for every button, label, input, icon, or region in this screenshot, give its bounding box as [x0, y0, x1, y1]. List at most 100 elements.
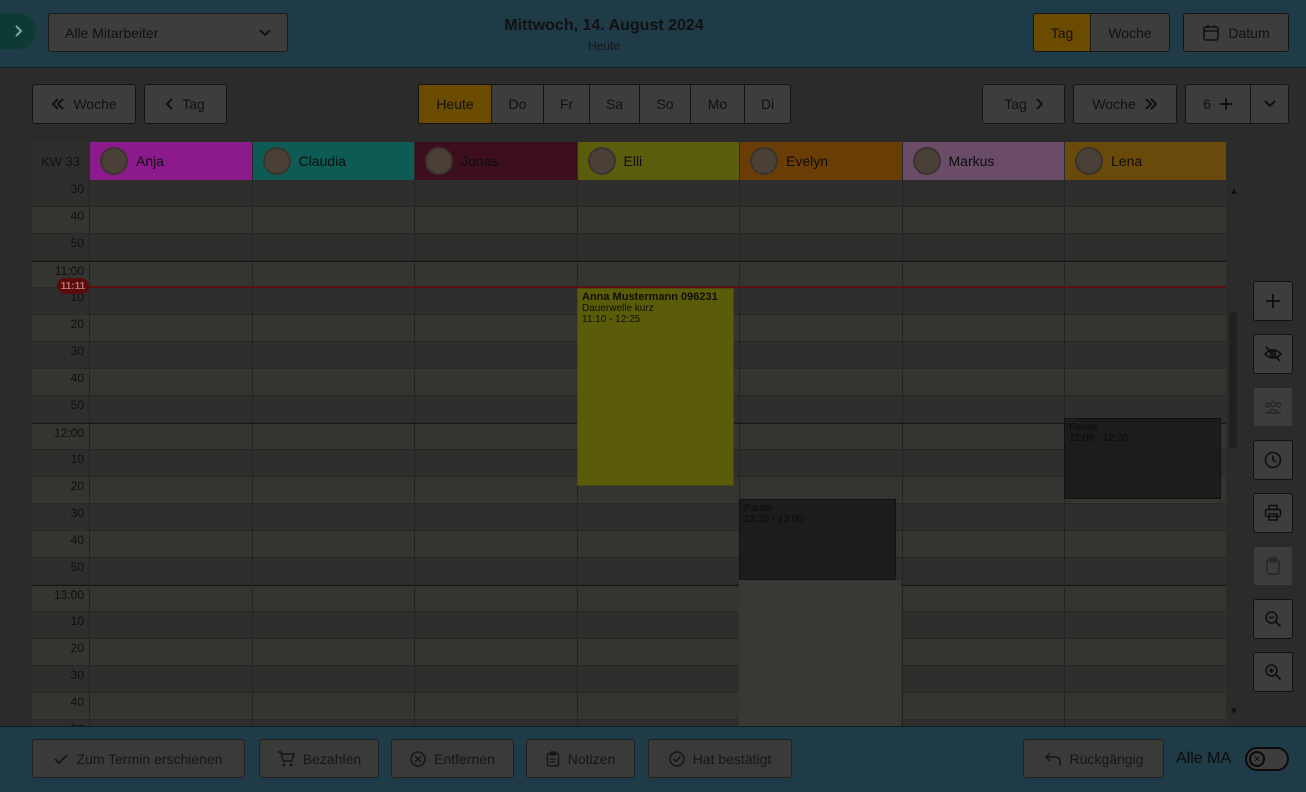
- date-picker-button[interactable]: Datum: [1183, 13, 1289, 52]
- remove-label: Entfernen: [434, 750, 495, 767]
- time-row[interactable]: 10: [32, 612, 1226, 639]
- zoom-in-icon: [1264, 663, 1282, 681]
- column-divider: [251, 180, 253, 726]
- zoom-in-button[interactable]: [1253, 652, 1293, 692]
- pause-title: Pause: [744, 503, 773, 514]
- employee-header-evelyn[interactable]: Evelyn: [740, 142, 902, 180]
- employee-name: Evelyn: [786, 153, 829, 169]
- time-label: 12:00: [53, 426, 84, 440]
- column-count-dropdown[interactable]: [1251, 84, 1289, 124]
- clipboard-button[interactable]: [1253, 546, 1293, 586]
- day-tab-sa[interactable]: Sa: [590, 85, 640, 123]
- time-row[interactable]: 50: [32, 234, 1226, 261]
- undo-icon: [1044, 751, 1062, 767]
- scroll-up-arrow[interactable]: ▲: [1229, 186, 1239, 197]
- time-row[interactable]: 13:00: [32, 585, 1226, 612]
- time-label: 50: [70, 398, 84, 412]
- time-label: 40: [70, 533, 84, 547]
- chevron-right-icon: [13, 25, 23, 37]
- day-tab-mo[interactable]: Mo: [691, 85, 745, 123]
- confirmed-button[interactable]: Hat bestätigt: [648, 739, 792, 778]
- employee-filter-select[interactable]: Alle Mitarbeiter: [48, 13, 288, 52]
- previous-week-button[interactable]: Woche: [32, 84, 136, 124]
- time-row[interactable]: 20: [32, 639, 1226, 666]
- day-tab-so[interactable]: So: [640, 85, 691, 123]
- zoom-out-button[interactable]: [1253, 599, 1293, 639]
- employee-header-claudia[interactable]: Claudia: [252, 142, 414, 180]
- notes-label: Notizen: [567, 750, 616, 767]
- next-day-label: Tag: [1004, 96, 1027, 112]
- next-week-label: Woche: [1092, 96, 1136, 112]
- plus-icon: [1219, 97, 1233, 111]
- pay-label: Bezahlen: [302, 750, 362, 767]
- next-day-button[interactable]: Tag: [982, 84, 1065, 124]
- add-appointment-button[interactable]: [1253, 281, 1293, 321]
- eye-off-icon: [1264, 346, 1282, 362]
- calendar-icon: [1202, 24, 1220, 42]
- time-row[interactable]: 30: [32, 504, 1226, 531]
- time-label: 11:00: [54, 264, 84, 278]
- time-label: 20: [70, 641, 84, 655]
- sidebar-toggle-button[interactable]: [0, 13, 36, 49]
- employee-header-anja[interactable]: Anja: [90, 142, 252, 180]
- page-subtitle: Heute: [587, 39, 621, 53]
- pause-time: 12:00 - 12:30: [1069, 433, 1128, 444]
- view-week-button[interactable]: Woche: [1091, 13, 1170, 52]
- employee-header-elli[interactable]: Elli: [577, 142, 739, 180]
- time-label: 40: [70, 371, 84, 385]
- time-button[interactable]: [1253, 440, 1293, 480]
- time-row[interactable]: 40: [32, 531, 1226, 558]
- notes-button[interactable]: Notizen: [526, 739, 635, 778]
- employee-header-lena[interactable]: Lena: [1065, 142, 1226, 180]
- current-time-badge: 11:11: [57, 278, 89, 294]
- time-label: 20: [70, 317, 84, 331]
- time-label: 40: [70, 209, 84, 223]
- undo-button[interactable]: Rückgängig: [1023, 739, 1164, 778]
- appointment-title: Anna Mustermann 096231: [582, 291, 718, 303]
- all-employees-toggle[interactable]: ✕: [1245, 747, 1289, 771]
- time-row[interactable]: 30: [32, 666, 1226, 693]
- avatar: [587, 147, 616, 175]
- vertical-scrollbar-thumb[interactable]: [1229, 312, 1237, 448]
- pause-title: Pause: [1069, 422, 1098, 433]
- clock-icon: [1264, 451, 1282, 469]
- previous-day-label: Tag: [182, 96, 205, 112]
- print-button[interactable]: [1253, 493, 1293, 533]
- day-tab-heute[interactable]: Heute: [419, 85, 492, 123]
- pay-button[interactable]: Bezahlen: [259, 739, 379, 778]
- column-count-button[interactable]: 6: [1185, 84, 1251, 124]
- day-tab-do[interactable]: Do: [492, 85, 544, 123]
- time-row[interactable]: 30: [32, 180, 1226, 207]
- column-divider: [901, 180, 903, 726]
- employee-name: Lena: [1111, 153, 1143, 169]
- chevron-left-icon: [166, 98, 174, 110]
- confirmed-label: Hat bestätigt: [692, 750, 772, 767]
- employee-header-markus[interactable]: Markus: [902, 142, 1064, 180]
- group-button[interactable]: [1253, 387, 1293, 427]
- pause-block[interactable]: Pause 12:00 - 12:30: [1064, 418, 1221, 499]
- time-label: 30: [70, 668, 84, 682]
- day-tab-fr[interactable]: Fr: [544, 85, 590, 123]
- avatar: [262, 147, 291, 175]
- date-button-label: Datum: [1228, 24, 1270, 41]
- remove-button[interactable]: Entfernen: [391, 739, 514, 778]
- time-row[interactable]: 11:00: [32, 261, 1226, 288]
- employee-header-jonas[interactable]: Jonas: [415, 142, 577, 180]
- hide-button[interactable]: [1253, 334, 1293, 374]
- time-row[interactable]: 40: [32, 207, 1226, 234]
- attended-button[interactable]: Zum Termin erschienen: [32, 739, 245, 778]
- previous-day-button[interactable]: Tag: [144, 84, 227, 124]
- group-icon: [1264, 400, 1282, 414]
- day-tab-di[interactable]: Di: [745, 85, 790, 123]
- check-icon: [54, 753, 69, 765]
- appointment-card[interactable]: Anna Mustermann 096231 Dauerwelle kurz 1…: [577, 288, 734, 486]
- time-row[interactable]: 50: [32, 558, 1226, 585]
- zoom-out-icon: [1264, 610, 1282, 628]
- view-day-button[interactable]: Tag: [1033, 13, 1091, 52]
- scroll-down-arrow[interactable]: ▼: [1229, 706, 1239, 717]
- time-row[interactable]: 40: [32, 693, 1226, 720]
- clipboard-icon: [546, 750, 560, 767]
- pause-block[interactable]: Pause 12:30 - 13:00: [739, 499, 896, 580]
- column-count-value: 6: [1203, 96, 1211, 112]
- next-week-button[interactable]: Woche: [1073, 84, 1177, 124]
